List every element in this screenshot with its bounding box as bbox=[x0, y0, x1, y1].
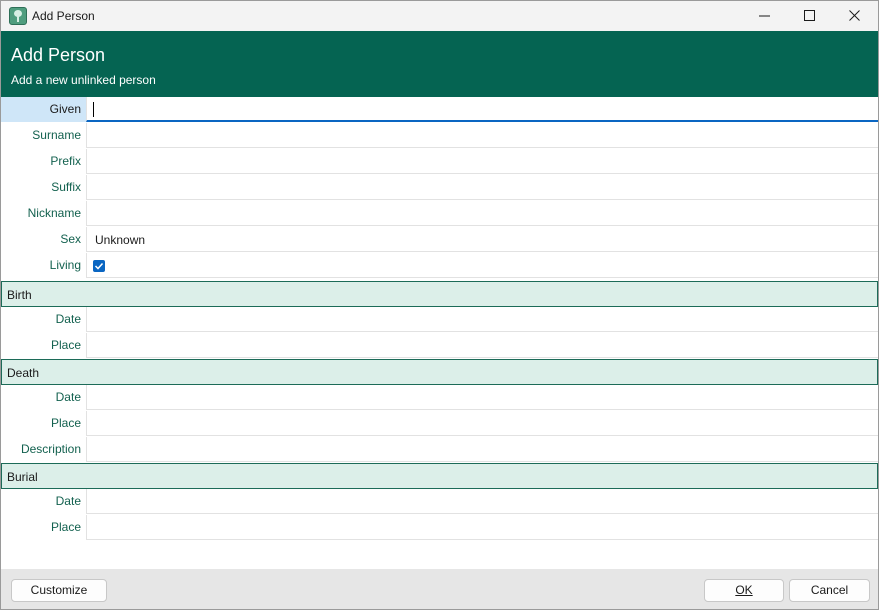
death-date-row: Date bbox=[1, 385, 878, 411]
sex-value: Unknown bbox=[95, 233, 146, 247]
header-banner: Add Person Add a new unlinked person bbox=[1, 31, 878, 97]
birth-place-input[interactable] bbox=[86, 333, 878, 358]
birth-section-header[interactable]: Birth bbox=[1, 281, 878, 307]
death-place-input[interactable] bbox=[86, 411, 878, 436]
birth-section-title: Birth bbox=[7, 288, 32, 302]
birth-date-row: Date bbox=[1, 307, 878, 333]
burial-place-row: Place bbox=[1, 515, 878, 541]
nickname-label: Nickname bbox=[27, 206, 81, 220]
burial-date-input[interactable] bbox=[86, 489, 878, 514]
cancel-button[interactable]: Cancel bbox=[789, 579, 870, 602]
prefix-row: Prefix bbox=[1, 149, 878, 175]
minimize-button[interactable] bbox=[742, 1, 788, 31]
window-title: Add Person bbox=[32, 9, 95, 23]
death-section-title: Death bbox=[7, 366, 40, 380]
death-description-label: Description bbox=[20, 442, 81, 456]
death-date-input[interactable] bbox=[86, 385, 878, 410]
close-icon bbox=[849, 10, 860, 21]
title-bar[interactable]: Add Person bbox=[1, 1, 878, 31]
maximize-icon bbox=[804, 10, 815, 21]
burial-date-label: Date bbox=[55, 494, 81, 508]
suffix-label: Suffix bbox=[51, 180, 81, 194]
nickname-row: Nickname bbox=[1, 201, 878, 227]
death-description-input[interactable] bbox=[86, 437, 878, 462]
suffix-row: Suffix bbox=[1, 175, 878, 201]
birth-date-label: Date bbox=[55, 312, 81, 326]
customize-button[interactable]: Customize bbox=[11, 579, 107, 602]
suffix-input[interactable] bbox=[86, 175, 878, 200]
close-button[interactable] bbox=[832, 1, 878, 31]
surname-row: Surname bbox=[1, 123, 878, 149]
death-section-header[interactable]: Death bbox=[1, 359, 878, 385]
ok-button[interactable]: OK bbox=[704, 579, 784, 602]
birth-place-row: Place bbox=[1, 333, 878, 359]
living-row: Living bbox=[1, 253, 878, 279]
ok-button-label: OK bbox=[735, 583, 753, 597]
dialog-footer: Customize OK Cancel bbox=[1, 569, 878, 609]
burial-date-row: Date bbox=[1, 489, 878, 515]
family-tree-app-icon bbox=[9, 7, 27, 25]
sex-select[interactable]: Unknown bbox=[86, 227, 878, 252]
maximize-button[interactable] bbox=[787, 1, 833, 31]
burial-place-label: Place bbox=[50, 520, 81, 534]
burial-place-input[interactable] bbox=[86, 515, 878, 540]
burial-section-title: Burial bbox=[7, 470, 38, 484]
living-label: Living bbox=[49, 258, 81, 272]
death-date-label: Date bbox=[55, 390, 81, 404]
given-row: Given bbox=[1, 97, 878, 123]
death-place-label: Place bbox=[50, 416, 81, 430]
minimize-icon bbox=[759, 15, 770, 17]
burial-section-header[interactable]: Burial bbox=[1, 463, 878, 489]
living-checkbox[interactable] bbox=[93, 260, 105, 272]
surname-label: Surname bbox=[32, 128, 81, 142]
sex-label: Sex bbox=[60, 232, 81, 246]
given-label: Given bbox=[1, 97, 86, 122]
surname-input[interactable] bbox=[86, 123, 878, 148]
given-input[interactable] bbox=[86, 97, 878, 122]
birth-date-input[interactable] bbox=[86, 307, 878, 332]
prefix-input[interactable] bbox=[86, 149, 878, 174]
page-subtitle: Add a new unlinked person bbox=[11, 73, 156, 87]
add-person-window: Add Person Add Person Add a new unlinked… bbox=[0, 0, 879, 610]
death-description-row: Description bbox=[1, 437, 878, 463]
checkmark-icon bbox=[94, 262, 104, 270]
death-place-row: Place bbox=[1, 411, 878, 437]
sex-row: Sex Unknown bbox=[1, 227, 878, 253]
living-cell bbox=[86, 253, 878, 278]
nickname-input[interactable] bbox=[86, 201, 878, 226]
birth-place-label: Place bbox=[50, 338, 81, 352]
prefix-label: Prefix bbox=[50, 154, 81, 168]
page-title: Add Person bbox=[11, 45, 106, 65]
text-caret bbox=[93, 102, 94, 117]
